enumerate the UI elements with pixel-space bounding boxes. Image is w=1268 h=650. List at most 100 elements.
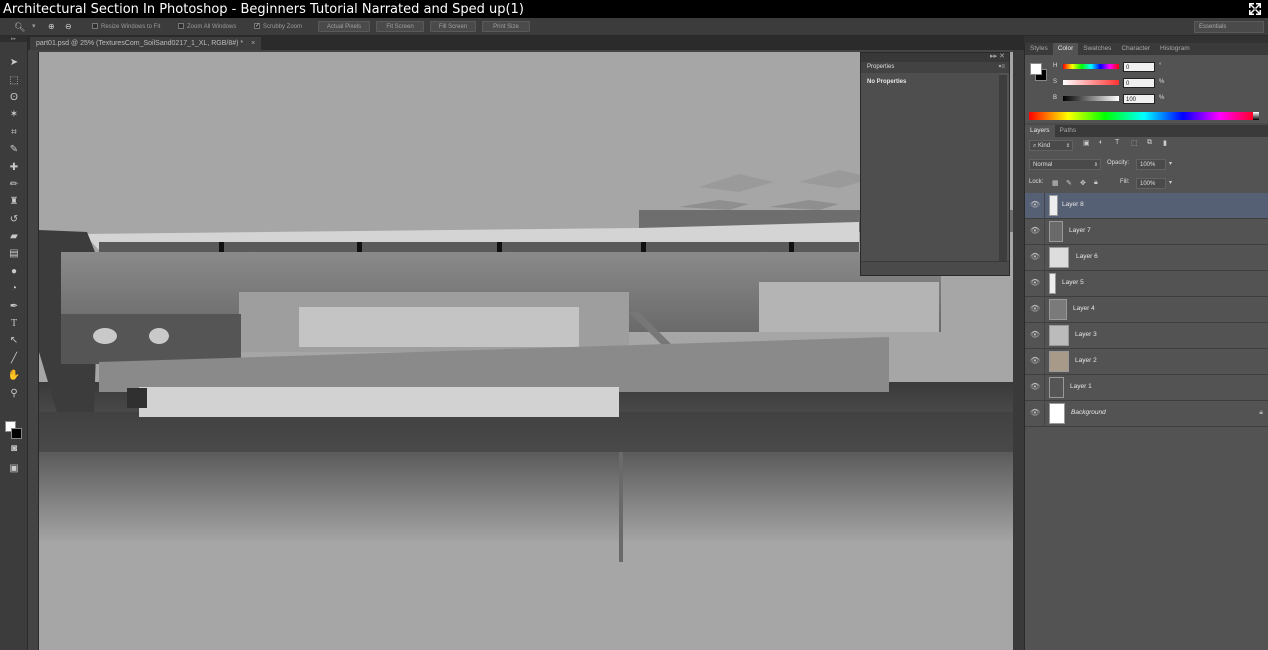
close-document-icon[interactable]: × xyxy=(251,40,255,47)
layer-row-background[interactable]: 👁︎ Background 🔒︎ xyxy=(1025,401,1268,427)
fit-screen-button[interactable]: Fit Screen xyxy=(376,21,424,32)
layers-panel-tabs: Layers Paths xyxy=(1025,125,1268,137)
color-panel-foreground-swatch[interactable] xyxy=(1030,63,1042,75)
layer-row-layer-8[interactable]: 👁︎ Layer 8 xyxy=(1025,193,1268,219)
magic-wand-tool-icon[interactable]: ✶ xyxy=(0,106,28,123)
move-tool-icon[interactable]: ➤ xyxy=(0,54,28,71)
lock-position-icon[interactable]: ✥ xyxy=(1080,179,1086,187)
quick-mask-icon[interactable]: ◙ xyxy=(0,440,28,457)
visibility-eye-icon[interactable]: 👁︎ xyxy=(1029,251,1041,263)
lock-all-icon[interactable]: 🔒︎ xyxy=(1094,179,1098,187)
background-color-swatch[interactable] xyxy=(11,428,22,439)
layers-panel: Layers Paths ⌕ Kind ⇕ ▣ ◐ T ⬚ ⧉ ▮ Normal ⇕ … xyxy=(1025,125,1268,650)
dodge-tool-icon[interactable]: ◔ xyxy=(0,280,28,297)
hue-input[interactable]: 0 xyxy=(1123,62,1155,72)
zoom-tool-icon[interactable]: ⚲ xyxy=(0,384,28,401)
saturation-input[interactable]: 0 xyxy=(1123,78,1155,88)
brush-tool-icon[interactable]: ✏ xyxy=(0,176,28,193)
blur-tool-icon[interactable]: ● xyxy=(0,263,28,280)
brightness-slider[interactable] xyxy=(1063,96,1119,101)
line-tool-icon[interactable]: ╱ xyxy=(0,350,28,367)
visibility-eye-icon[interactable]: 👁︎ xyxy=(1029,303,1041,315)
filter-smart-object-icon[interactable]: ⧉ xyxy=(1147,139,1152,147)
filter-adjustment-icon[interactable]: ◐ xyxy=(1099,139,1103,146)
filter-toggle-icon[interactable]: ▮ xyxy=(1163,139,1167,147)
tab-swatches[interactable]: Swatches xyxy=(1078,43,1116,55)
eraser-tool-icon[interactable]: ▰ xyxy=(0,228,28,245)
history-brush-tool-icon[interactable]: ↺ xyxy=(0,211,28,228)
marquee-tool-icon[interactable]: ⬚ xyxy=(0,71,28,88)
brightness-input[interactable]: 100 xyxy=(1123,94,1155,104)
visibility-eye-icon[interactable]: 👁︎ xyxy=(1029,199,1041,211)
zoom-in-icon[interactable]: ⊕ xyxy=(48,18,55,36)
clone-stamp-tool-icon[interactable]: ♜ xyxy=(0,193,28,210)
layer-row-layer-3[interactable]: 👁︎ Layer 3 xyxy=(1025,323,1268,349)
blend-mode-select[interactable]: Normal ⇕ xyxy=(1029,159,1101,170)
document-tab[interactable]: part01.psd @ 25% (TexturesCom_SoilSand02… xyxy=(30,37,262,50)
resize-windows-label: Resize Windows to Fit xyxy=(101,24,161,30)
print-size-button[interactable]: Print Size xyxy=(482,21,530,32)
scrubby-zoom-checkbox[interactable]: Scrubby Zoom xyxy=(254,18,302,36)
filter-type-icon[interactable]: T xyxy=(1115,139,1119,146)
collapse-panel-icon[interactable]: ▸▸ ✕ xyxy=(990,52,1005,60)
properties-panel-header[interactable]: ▸▸ ✕ xyxy=(861,53,1009,62)
tab-paths[interactable]: Paths xyxy=(1055,125,1082,137)
canvas-vertical-scrollbar[interactable] xyxy=(1013,50,1024,650)
visibility-eye-icon[interactable]: 👁︎ xyxy=(1029,225,1041,237)
lasso-tool-icon[interactable]: ʘ xyxy=(0,89,28,106)
properties-scrollbar[interactable] xyxy=(999,75,1007,261)
tab-histogram[interactable]: Histogram xyxy=(1155,43,1195,55)
filter-pixel-icon[interactable]: ▣ xyxy=(1083,139,1090,147)
layer-row-layer-5[interactable]: 👁︎ Layer 5 xyxy=(1025,271,1268,297)
type-tool-icon[interactable]: T xyxy=(0,315,28,332)
hue-label: H xyxy=(1053,63,1058,69)
filter-shape-icon[interactable]: ⬚ xyxy=(1131,139,1138,147)
exit-fullscreen-icon[interactable] xyxy=(1248,2,1262,16)
layer-filter-select[interactable]: ⌕ Kind ⇕ xyxy=(1029,140,1073,151)
crop-tool-icon[interactable]: ⌗ xyxy=(0,124,28,141)
color-spectrum-bar[interactable] xyxy=(1029,112,1259,120)
layer-row-layer-2[interactable]: 👁︎ Layer 2 xyxy=(1025,349,1268,375)
actual-pixels-button[interactable]: Actual Pixels xyxy=(318,21,370,32)
opacity-value: 100% xyxy=(1140,162,1156,168)
hue-slider[interactable] xyxy=(1063,64,1119,69)
fill-dropdown-icon[interactable]: ▾ xyxy=(1169,179,1172,186)
zoom-tool-icon[interactable]: 🔍︎ xyxy=(14,18,25,36)
screen-mode-icon[interactable]: ▣ xyxy=(0,460,28,477)
tab-layers[interactable]: Layers xyxy=(1025,125,1055,137)
layer-row-layer-4[interactable]: 👁︎ Layer 4 xyxy=(1025,297,1268,323)
visibility-eye-icon[interactable]: 👁︎ xyxy=(1029,381,1041,393)
hand-tool-icon[interactable]: ✋ xyxy=(0,367,28,384)
properties-tab[interactable]: Properties ▾≡ xyxy=(861,62,1009,73)
layer-row-layer-6[interactable]: 👁︎ Layer 6 xyxy=(1025,245,1268,271)
visibility-eye-icon[interactable]: 👁︎ xyxy=(1029,277,1041,289)
opacity-dropdown-icon[interactable]: ▾ xyxy=(1169,160,1172,167)
fill-screen-button[interactable]: Fill Screen xyxy=(430,21,476,32)
healing-brush-tool-icon[interactable]: ✚ xyxy=(0,158,28,175)
workspace-switcher[interactable]: Essentials xyxy=(1194,21,1264,33)
path-selection-tool-icon[interactable]: ↖ xyxy=(0,332,28,349)
pen-tool-icon[interactable]: ✒ xyxy=(0,297,28,314)
tool-preset-dropdown[interactable]: ▾ xyxy=(32,18,36,36)
zoom-all-checkbox[interactable]: Zoom All Windows xyxy=(178,18,236,36)
gradient-tool-icon[interactable]: ▤ xyxy=(0,245,28,262)
eyedropper-tool-icon[interactable]: ✎ xyxy=(0,141,28,158)
visibility-eye-icon[interactable]: 👁︎ xyxy=(1029,355,1041,367)
visibility-eye-icon[interactable]: 👁︎ xyxy=(1029,329,1041,341)
resize-windows-checkbox[interactable]: Resize Windows to Fit xyxy=(92,18,160,36)
layer-row-layer-7[interactable]: 👁︎ Layer 7 xyxy=(1025,219,1268,245)
tab-character[interactable]: Character xyxy=(1116,43,1155,55)
tools-panel-grip[interactable]: ▸▸ xyxy=(0,36,27,42)
lock-image-icon[interactable]: ✎ xyxy=(1066,179,1072,187)
tab-styles[interactable]: Styles xyxy=(1025,43,1053,55)
lock-transparent-icon[interactable]: ▦ xyxy=(1052,179,1059,187)
opacity-input[interactable]: 100% xyxy=(1136,159,1166,170)
saturation-slider[interactable] xyxy=(1063,80,1119,85)
properties-panel: ▸▸ ✕ Properties ▾≡ No Properties xyxy=(860,52,1010,276)
layer-row-layer-1[interactable]: 👁︎ Layer 1 xyxy=(1025,375,1268,401)
panel-menu-icon[interactable]: ▾≡ xyxy=(998,62,1005,73)
visibility-eye-icon[interactable]: 👁︎ xyxy=(1029,407,1041,419)
tab-color[interactable]: Color xyxy=(1052,43,1079,55)
fill-input[interactable]: 100% xyxy=(1136,178,1166,189)
zoom-out-icon[interactable]: ⊖ xyxy=(65,18,72,36)
